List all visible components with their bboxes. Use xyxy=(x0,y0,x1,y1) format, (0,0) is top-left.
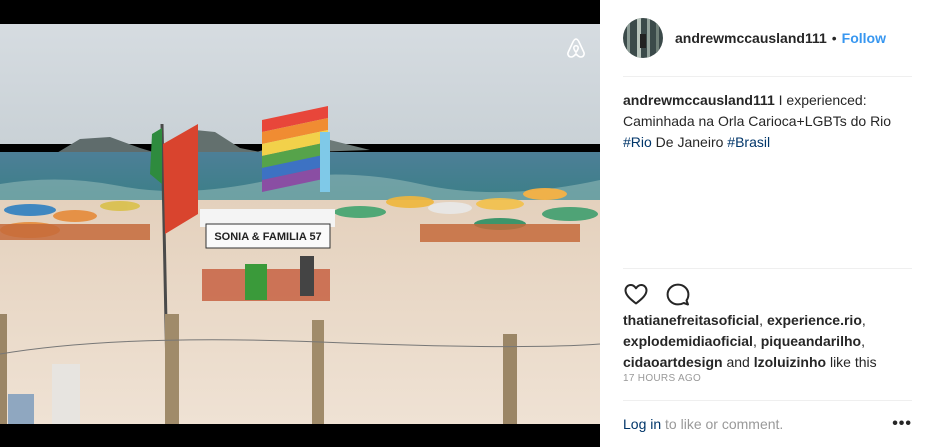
login-link[interactable]: Log in xyxy=(623,416,661,432)
post-actions xyxy=(623,268,912,307)
hashtag-brasil[interactable]: #Brasil xyxy=(727,134,770,150)
post-photo[interactable]: SONIA & FAMILIA 57 xyxy=(0,24,600,424)
likes-sep: , xyxy=(861,333,865,349)
liker-4[interactable]: piqueandarilho xyxy=(761,333,861,349)
photo-sign-text: SONIA & FAMILIA 57 xyxy=(214,231,321,243)
beach-photo: SONIA & FAMILIA 57 xyxy=(0,24,600,424)
likes-sep: , xyxy=(861,312,866,328)
post-header: andrewmccausland111 • Follow xyxy=(623,0,912,77)
likes-sep: , xyxy=(759,312,767,328)
likes-sep: , xyxy=(752,333,761,349)
login-prompt-text: to like or comment. xyxy=(661,416,784,432)
separator-dot: • xyxy=(831,30,837,46)
hashtag-rio[interactable]: #Rio xyxy=(623,134,652,150)
liker-3[interactable]: explodemidiaoficial xyxy=(623,333,753,349)
post-sidebar: andrewmccausland111 • Follow andrewmccau… xyxy=(600,0,933,447)
heart-icon[interactable] xyxy=(623,281,649,307)
photo-area: SONIA & FAMILIA 57 xyxy=(0,0,600,447)
more-options-icon[interactable]: ••• xyxy=(892,415,912,433)
avatar[interactable] xyxy=(623,18,663,58)
liker-5[interactable]: cidaoartdesign xyxy=(623,354,723,370)
caption-username[interactable]: andrewmccausland111 xyxy=(623,92,775,108)
liker-6[interactable]: lzoluizinho xyxy=(754,354,826,370)
post-author-username[interactable]: andrewmccausland111 xyxy=(675,30,827,46)
liker-2[interactable]: experience.rio xyxy=(767,312,862,328)
comment-icon[interactable] xyxy=(665,281,691,307)
liker-1[interactable]: thatianefreitasoficial xyxy=(623,312,759,328)
follow-button[interactable]: Follow xyxy=(842,30,886,46)
airbnb-logo-icon xyxy=(567,38,585,58)
likes-summary: thatianefreitasoficial, experience.rio, … xyxy=(623,310,912,373)
likes-suffix: like this xyxy=(826,354,877,370)
post-timestamp[interactable]: 17 HOURS AGO xyxy=(623,373,701,384)
caption-text-2: De Janeiro xyxy=(651,134,728,150)
post-footer: Log in to like or comment. ••• xyxy=(623,400,912,447)
login-prompt: Log in to like or comment. xyxy=(623,416,783,432)
post-caption: andrewmccausland111 I experienced: Camin… xyxy=(623,90,912,153)
likes-and: and xyxy=(722,354,754,370)
